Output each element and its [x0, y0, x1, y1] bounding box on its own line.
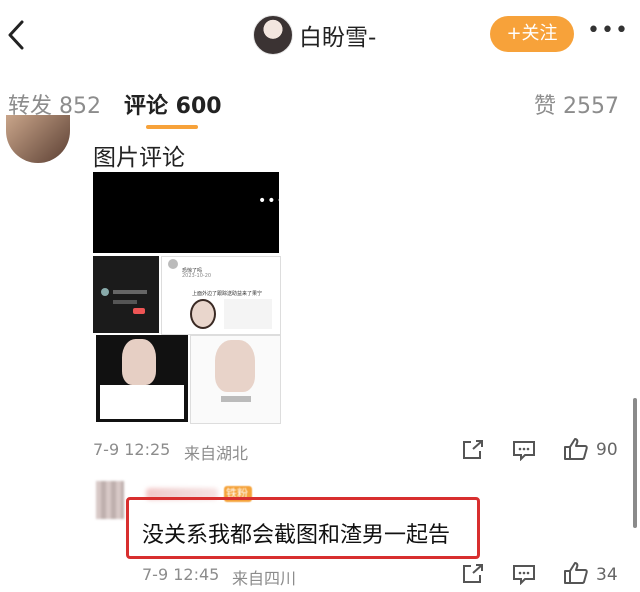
comment-image[interactable] [93, 256, 159, 333]
comment-location: 来自四川 [232, 569, 297, 588]
comment-time: 7-9 12:45 [142, 565, 220, 584]
share-button[interactable] [461, 439, 485, 461]
comment-image[interactable] [96, 335, 188, 422]
comment-image[interactable] [190, 335, 281, 424]
portrait-image [215, 340, 255, 392]
text-line [221, 396, 251, 402]
image-more-icon[interactable]: ••• [258, 193, 286, 209]
commenter-avatar[interactable] [96, 481, 124, 519]
reply-button[interactable] [512, 563, 536, 586]
comment-image[interactable]: 恐惊了吗 2023-10-20 上面外边了跟踪送助益来了果宁 [161, 256, 281, 335]
badge-icon [133, 308, 145, 314]
dialog-panel [100, 385, 184, 419]
more-icon[interactable]: ••• [587, 18, 629, 43]
page-title[interactable]: 白盼雪- [299, 18, 376, 52]
comment-icon [513, 441, 535, 462]
comment-image[interactable] [93, 172, 279, 253]
image-placeholder [224, 299, 272, 329]
like-count: 90 [596, 440, 618, 460]
active-tab-indicator [146, 125, 198, 129]
like-button[interactable] [563, 561, 588, 584]
share-icon [463, 564, 483, 583]
back-button[interactable] [4, 18, 28, 52]
text-line [113, 290, 147, 294]
image-text: 2023-10-20 [182, 273, 212, 279]
tab-likes[interactable]: 赞 2557 [534, 88, 619, 120]
avatar-icon [101, 288, 109, 296]
comment-text: 图片评论 [93, 145, 185, 171]
chevron-left-icon [8, 20, 24, 50]
portrait-image [122, 339, 156, 385]
like-count: 34 [596, 565, 618, 585]
comment-time: 7-9 12:25 [93, 440, 171, 459]
thumbs-up-icon [564, 562, 588, 584]
comment-text: 没关系我都会截图和渣男一起告 [142, 523, 451, 548]
commenter-avatar[interactable] [6, 115, 70, 163]
scrollbar[interactable] [633, 398, 637, 528]
tab-comments[interactable]: 评论 600 [124, 88, 222, 120]
text-line [113, 300, 137, 304]
face-image [190, 299, 216, 329]
comment-icon [513, 565, 535, 586]
thumbs-up-icon [564, 438, 588, 460]
like-button[interactable] [563, 437, 588, 460]
avatar-icon [168, 259, 178, 269]
image-text: 上面外边了跟踪送助益来了果宁 [192, 291, 263, 297]
share-icon [463, 440, 483, 459]
share-button[interactable] [461, 563, 485, 585]
avatar[interactable] [253, 15, 293, 55]
follow-button[interactable]: +关注 [490, 16, 574, 52]
comment-location: 来自湖北 [184, 444, 249, 463]
reply-button[interactable] [512, 439, 536, 462]
